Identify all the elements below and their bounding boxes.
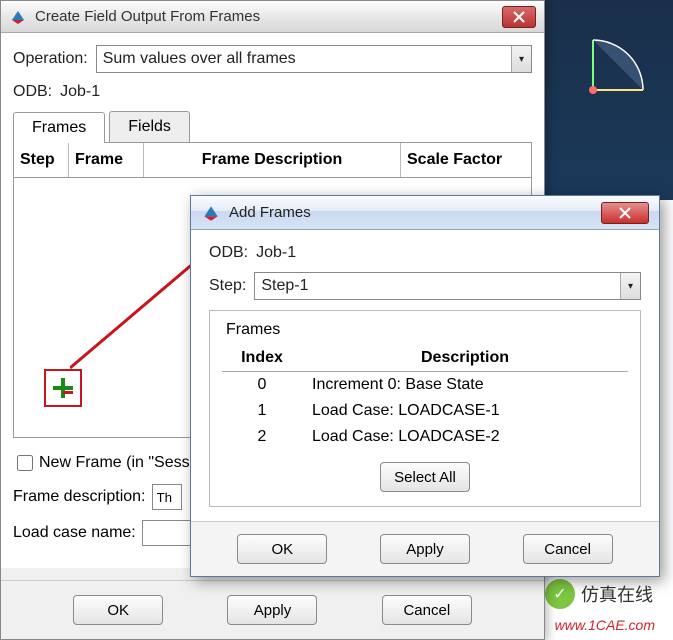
operation-combo[interactable]: Sum values over all frames ▾ (96, 45, 532, 73)
add-frames-dialog: Add Frames ODB: Job-1 Step: Step-1 ▾ Fra… (190, 195, 660, 577)
tab-strip: Frames Fields (13, 111, 532, 143)
wechat-badge: ✓ 仿真在线 (545, 579, 653, 609)
cell-desc: Increment 0: Base State (302, 376, 628, 394)
operation-label: Operation: (13, 50, 88, 68)
table-row[interactable]: 0 Increment 0: Base State (222, 372, 628, 398)
odb-value: Job-1 (256, 244, 296, 262)
wechat-icon: ✓ (545, 579, 575, 609)
app-icon (9, 8, 27, 26)
odb-value: Job-1 (60, 83, 100, 101)
step-label: Step: (209, 277, 246, 295)
dialog-titlebar[interactable]: Create Field Output From Frames (1, 1, 544, 33)
chevron-down-icon: ▾ (620, 273, 640, 299)
table-row[interactable]: 2 Load Case: LOADCASE-2 (222, 424, 628, 450)
step-combo[interactable]: Step-1 ▾ (254, 272, 641, 300)
frames-table-header: Step Frame Frame Description Scale Facto… (13, 143, 532, 178)
cell-index: 1 (222, 402, 302, 420)
ok-button[interactable]: OK (237, 534, 327, 564)
frames-legend: Frames (222, 321, 284, 339)
app-icon (201, 203, 221, 223)
odb-label: ODB: (13, 83, 52, 101)
col-description: Description (302, 349, 628, 367)
dialog-title: Create Field Output From Frames (35, 8, 260, 25)
cell-index: 0 (222, 376, 302, 394)
close-button[interactable] (601, 202, 649, 224)
odb-label: ODB: (209, 244, 248, 262)
wechat-text: 仿真在线 (581, 581, 653, 607)
frame-desc-input[interactable] (152, 484, 182, 510)
frames-fieldset: Frames Index Description 0 Increment 0: … (209, 310, 641, 507)
cancel-button[interactable]: Cancel (523, 534, 613, 564)
col-desc: Frame Description (144, 143, 401, 177)
site-watermark: www.1CAE.com (555, 617, 655, 633)
frame-desc-label: Frame description: (13, 488, 146, 506)
tab-fields[interactable]: Fields (109, 111, 190, 142)
col-scale: Scale Factor (401, 143, 531, 177)
col-index: Index (222, 349, 302, 367)
add-frame-button[interactable] (44, 369, 82, 407)
apply-button[interactable]: Apply (227, 595, 317, 625)
table-row[interactable]: 1 Load Case: LOADCASE-1 (222, 398, 628, 424)
operation-value: Sum values over all frames (103, 50, 296, 68)
col-step: Step (14, 143, 69, 177)
step-value: Step-1 (261, 277, 308, 295)
add-frames-title: Add Frames (229, 204, 311, 221)
chevron-down-icon: ▾ (511, 46, 531, 72)
new-frame-label: New Frame (in "Sessi (39, 454, 193, 472)
viewport-backdrop (543, 0, 673, 200)
add-frames-titlebar[interactable]: Add Frames (191, 196, 659, 230)
tab-frames[interactable]: Frames (13, 112, 105, 143)
select-all-button[interactable]: Select All (380, 462, 470, 492)
cell-desc: Load Case: LOADCASE-1 (302, 402, 628, 420)
cell-index: 2 (222, 428, 302, 446)
col-frame: Frame (69, 143, 144, 177)
close-button[interactable] (502, 6, 536, 28)
cancel-button[interactable]: Cancel (382, 595, 472, 625)
axis-triad (583, 30, 653, 105)
ok-button[interactable]: OK (73, 595, 163, 625)
apply-button[interactable]: Apply (380, 534, 470, 564)
load-case-label: Load case name: (13, 524, 136, 542)
cell-desc: Load Case: LOADCASE-2 (302, 428, 628, 446)
new-frame-checkbox[interactable] (17, 455, 33, 471)
